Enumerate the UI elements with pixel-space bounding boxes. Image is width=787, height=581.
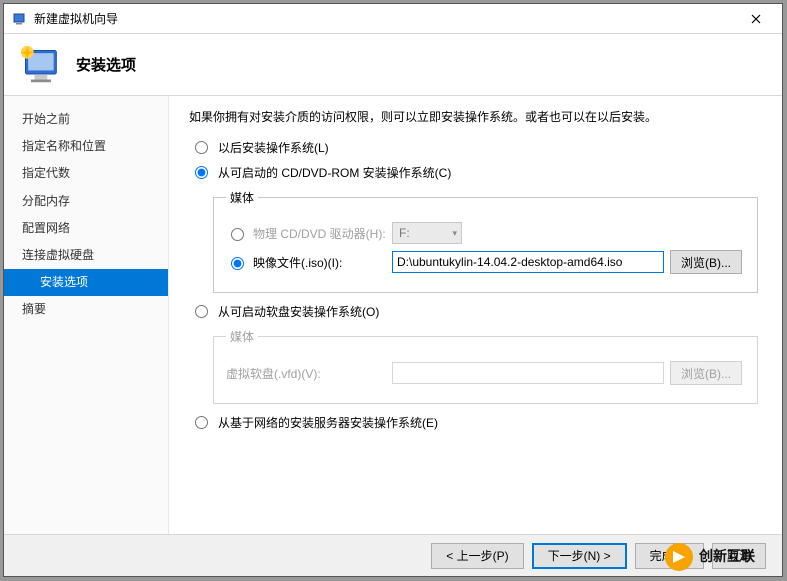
close-icon xyxy=(751,14,761,24)
radio-iso-file[interactable] xyxy=(231,257,244,270)
next-button[interactable]: 下一步(N) > xyxy=(532,543,627,569)
close-button[interactable] xyxy=(733,5,778,33)
drive-select: F: ▾ xyxy=(392,222,462,244)
iso-path-input[interactable] xyxy=(392,251,664,273)
content-area: 如果你拥有对安装介质的访问权限，则可以立即安装操作系统。或者也可以在以后安装。 … xyxy=(169,96,782,534)
prev-button[interactable]: < 上一步(P) xyxy=(431,543,523,569)
footer: < 上一步(P) 下一步(N) > 完成(F) 取消 xyxy=(4,534,782,576)
sidebar-item-summary[interactable]: 摘要 xyxy=(4,296,168,323)
cancel-button[interactable]: 取消 xyxy=(712,543,766,569)
media-fieldset-cddvd: 媒体 物理 CD/DVD 驱动器(H): F: ▾ 映像文件(.iso)(I): xyxy=(213,189,758,293)
radio-install-network[interactable] xyxy=(195,416,208,429)
browse-iso-button[interactable]: 浏览(B)... xyxy=(670,250,742,274)
sidebar-item-network[interactable]: 配置网络 xyxy=(4,215,168,242)
radio-install-later[interactable] xyxy=(195,141,208,154)
titlebar: 新建虚拟机向导 xyxy=(4,4,782,34)
media-legend-cddvd: 媒体 xyxy=(226,189,258,206)
radio-physical-drive[interactable] xyxy=(231,228,244,241)
physical-drive-label: 物理 CD/DVD 驱动器(H): xyxy=(253,225,386,242)
option-install-network[interactable]: 从基于网络的安装服务器安装操作系统(E) xyxy=(195,414,764,431)
media-legend-floppy: 媒体 xyxy=(226,328,258,345)
window-title: 新建虚拟机向导 xyxy=(34,10,733,27)
option-install-network-label: 从基于网络的安装服务器安装操作系统(E) xyxy=(218,414,438,431)
option-install-cddvd[interactable]: 从可启动的 CD/DVD-ROM 安装操作系统(C) xyxy=(195,164,764,181)
sidebar-item-install-options[interactable]: 安装选项 xyxy=(4,269,168,296)
wizard-icon xyxy=(18,45,62,85)
iso-option[interactable]: 映像文件(.iso)(I): xyxy=(226,254,386,271)
sidebar-item-vhd[interactable]: 连接虚拟硬盘 xyxy=(4,242,168,269)
app-icon xyxy=(12,11,28,27)
sidebar-item-name-location[interactable]: 指定名称和位置 xyxy=(4,133,168,160)
wizard-body: 开始之前 指定名称和位置 指定代数 分配内存 配置网络 连接虚拟硬盘 安装选项 … xyxy=(4,96,782,534)
option-install-floppy-label: 从可启动软盘安装操作系统(O) xyxy=(218,303,379,320)
option-install-later-label: 以后安装操作系统(L) xyxy=(218,139,329,156)
wizard-window: 新建虚拟机向导 安装选项 开始之前 指定名称和位置 指定代数 分配内存 配置网络… xyxy=(3,3,783,577)
media-fieldset-floppy: 媒体 虚拟软盘(.vfd)(V): 浏览(B)... xyxy=(213,328,758,404)
drive-select-value: F: xyxy=(399,226,410,240)
finish-button[interactable]: 完成(F) xyxy=(635,543,704,569)
iso-label: 映像文件(.iso)(I): xyxy=(253,254,342,271)
page-title: 安装选项 xyxy=(76,54,136,75)
option-install-cddvd-label: 从可启动的 CD/DVD-ROM 安装操作系统(C) xyxy=(218,164,451,181)
option-install-floppy[interactable]: 从可启动软盘安装操作系统(O) xyxy=(195,303,764,320)
intro-text: 如果你拥有对安装介质的访问权限，则可以立即安装操作系统。或者也可以在以后安装。 xyxy=(189,108,764,125)
browse-vfd-button: 浏览(B)... xyxy=(670,361,742,385)
sidebar: 开始之前 指定名称和位置 指定代数 分配内存 配置网络 连接虚拟硬盘 安装选项 … xyxy=(4,96,169,534)
chevron-down-icon: ▾ xyxy=(452,228,461,239)
radio-install-floppy[interactable] xyxy=(195,305,208,318)
header-strip: 安装选项 xyxy=(4,34,782,96)
radio-install-cddvd[interactable] xyxy=(195,166,208,179)
vfd-label: 虚拟软盘(.vfd)(V): xyxy=(226,365,386,382)
sidebar-item-memory[interactable]: 分配内存 xyxy=(4,188,168,215)
sidebar-item-generation[interactable]: 指定代数 xyxy=(4,160,168,187)
sidebar-item-before[interactable]: 开始之前 xyxy=(4,106,168,133)
physical-drive-option[interactable]: 物理 CD/DVD 驱动器(H): xyxy=(226,225,386,242)
vfd-path-input xyxy=(392,362,664,384)
option-install-later[interactable]: 以后安装操作系统(L) xyxy=(195,139,764,156)
